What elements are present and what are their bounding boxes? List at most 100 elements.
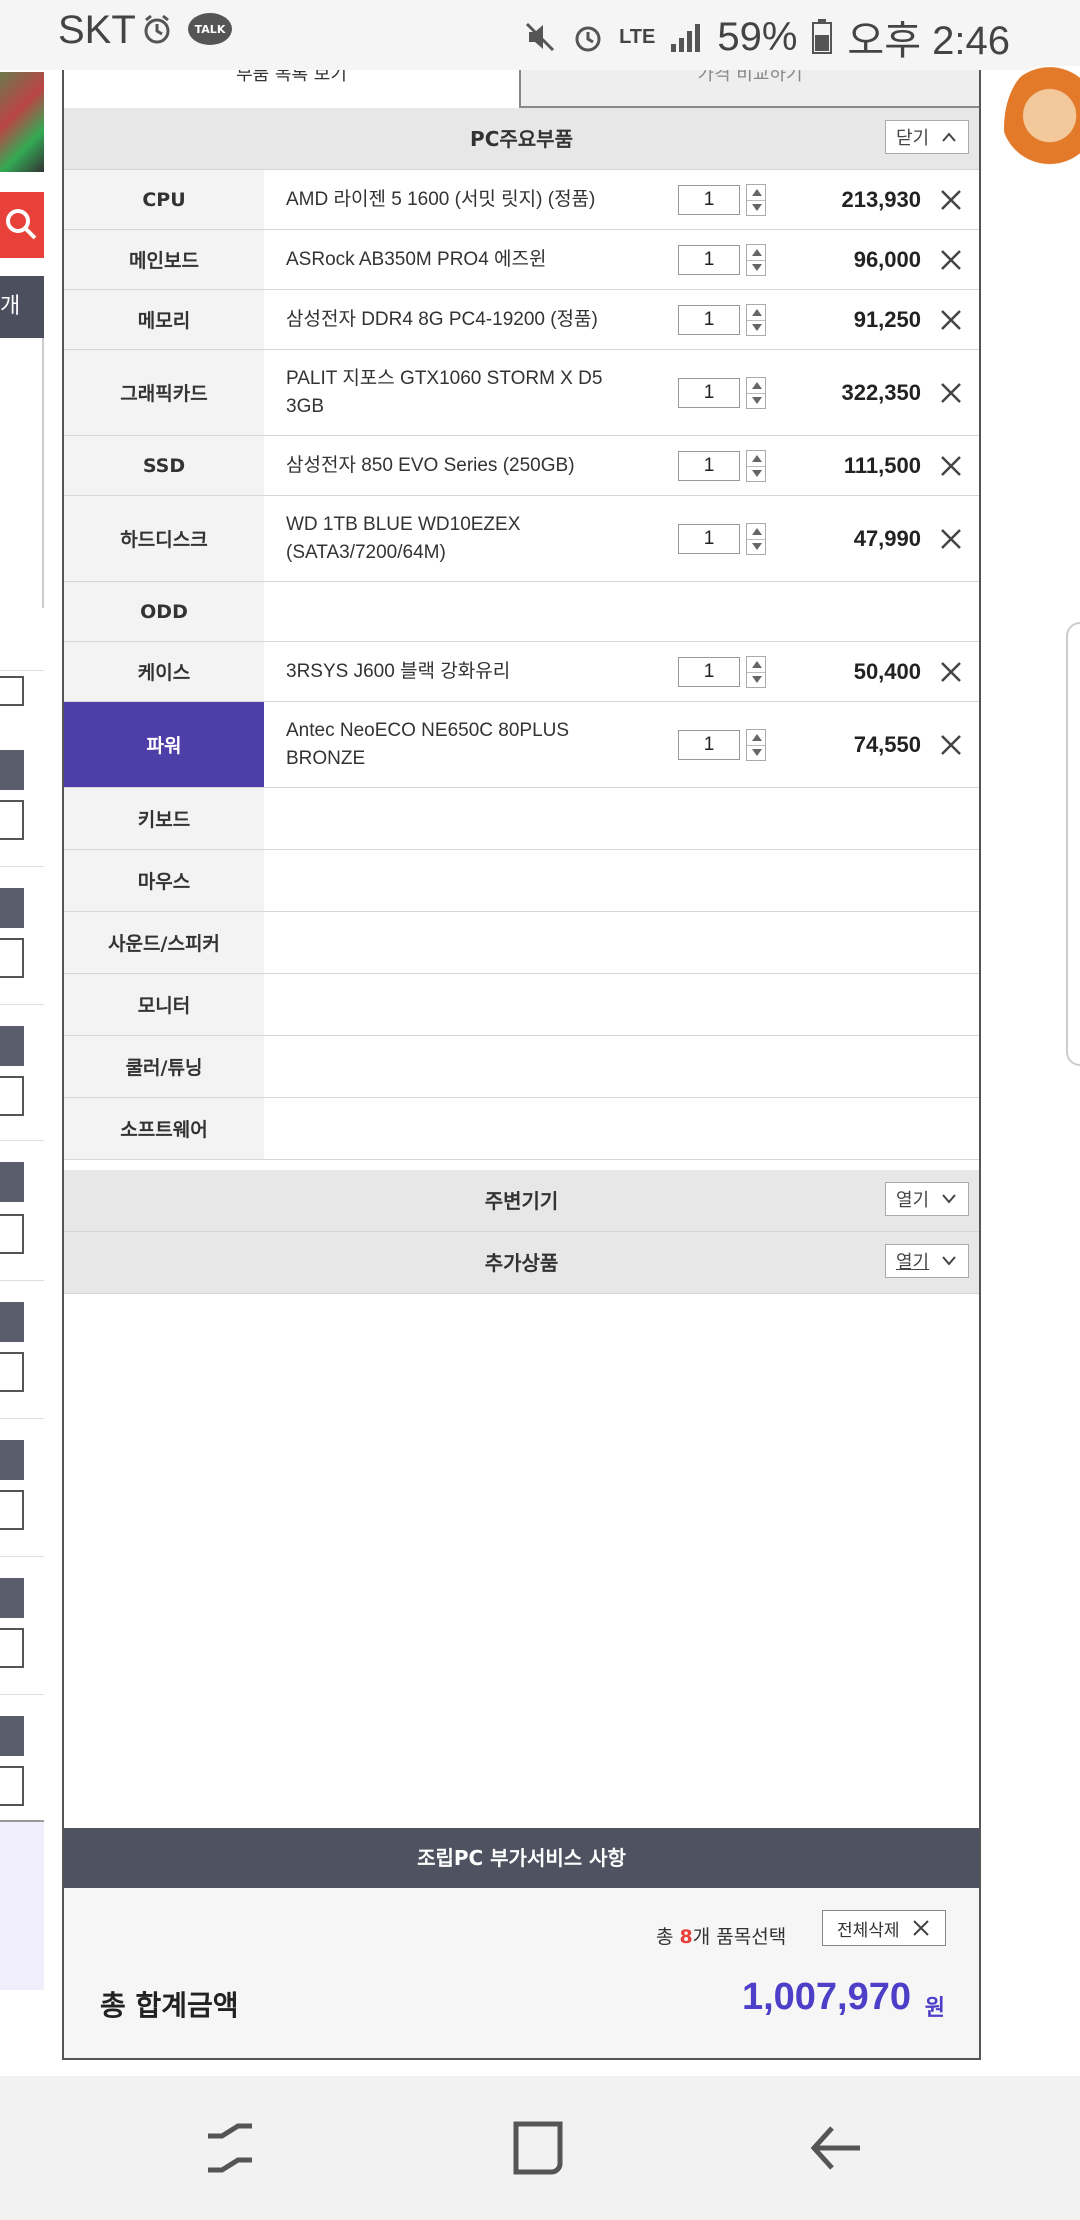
- part-category[interactable]: 모니터: [64, 974, 264, 1035]
- background-thumbnail: [0, 72, 44, 172]
- tab-price-compare[interactable]: 가격 비교하기: [521, 70, 979, 108]
- part-row[interactable]: SSD 삼성전자 850 EVO Series (250GB) 1 111,500: [64, 436, 979, 496]
- quantity-input[interactable]: 1: [678, 524, 740, 554]
- quantity-input[interactable]: 1: [678, 185, 740, 215]
- stepper-up-icon[interactable]: [752, 189, 762, 196]
- part-category[interactable]: 소프트웨어: [64, 1098, 264, 1159]
- part-category[interactable]: 메인보드: [64, 230, 264, 289]
- part-row[interactable]: 마우스: [64, 850, 979, 912]
- stepper-up-icon[interactable]: [752, 382, 762, 389]
- part-category[interactable]: CPU: [64, 170, 264, 229]
- stepper-up-icon[interactable]: [752, 661, 762, 668]
- part-name[interactable]: ASRock AB350M PRO4 에즈윈: [286, 230, 636, 289]
- background-search-button[interactable]: [0, 192, 44, 258]
- quantity-stepper[interactable]: [746, 244, 766, 276]
- quantity-input[interactable]: 1: [678, 378, 740, 408]
- part-row[interactable]: 사운드/스피커: [64, 912, 979, 974]
- stepper-down-icon[interactable]: [752, 543, 762, 550]
- part-category[interactable]: SSD: [64, 436, 264, 495]
- quantity-input[interactable]: 1: [678, 305, 740, 335]
- recent-apps-icon[interactable]: [198, 2116, 262, 2180]
- mascot-avatar[interactable]: [1004, 66, 1080, 190]
- open-section-button[interactable]: 열기: [885, 1244, 969, 1278]
- quantity-stepper[interactable]: [746, 450, 766, 482]
- remove-icon[interactable]: [939, 527, 963, 551]
- battery-percent: 59%: [717, 14, 798, 59]
- remove-icon[interactable]: [939, 308, 963, 332]
- quantity-stepper[interactable]: [746, 656, 766, 688]
- part-name[interactable]: PALIT 지포스 GTX1060 STORM X D5 3GB: [286, 350, 636, 435]
- back-icon[interactable]: [806, 2116, 870, 2180]
- quantity-stepper[interactable]: [746, 377, 766, 409]
- part-row[interactable]: 하드디스크 WD 1TB BLUE WD10EZEX (SATA3/7200/64…: [64, 496, 979, 582]
- background-count-tab: 개: [0, 276, 44, 338]
- part-category[interactable]: 메모리: [64, 290, 264, 349]
- stepper-down-icon[interactable]: [752, 204, 762, 211]
- part-category[interactable]: ODD: [64, 582, 264, 641]
- part-category[interactable]: 그래픽카드: [64, 350, 264, 435]
- remove-icon[interactable]: [939, 454, 963, 478]
- tab-bar: 부품 목록 보기 가격 비교하기: [64, 70, 979, 108]
- stepper-down-icon[interactable]: [752, 676, 762, 683]
- stepper-down-icon[interactable]: [752, 264, 762, 271]
- quantity-input[interactable]: 1: [678, 730, 740, 760]
- remove-icon[interactable]: [939, 733, 963, 757]
- open-section-button[interactable]: 열기: [885, 1182, 969, 1216]
- remove-icon[interactable]: [939, 248, 963, 272]
- part-row[interactable]: 쿨러/튜닝: [64, 1036, 979, 1098]
- close-section-button[interactable]: 닫기: [885, 120, 969, 154]
- part-row[interactable]: 메인보드 ASRock AB350M PRO4 에즈윈 1 96,000: [64, 230, 979, 290]
- part-name[interactable]: AMD 라이젠 5 1600 (서밋 릿지) (정품): [286, 170, 636, 229]
- part-category[interactable]: 마우스: [64, 850, 264, 911]
- stepper-down-icon[interactable]: [752, 324, 762, 331]
- quantity-input[interactable]: 1: [678, 657, 740, 687]
- quantity-stepper[interactable]: [746, 184, 766, 216]
- stepper-down-icon[interactable]: [752, 749, 762, 756]
- part-row[interactable]: 소프트웨어: [64, 1098, 979, 1160]
- part-row[interactable]: 케이스 3RSYS J600 블랙 강화유리 1 50,400: [64, 642, 979, 702]
- part-category[interactable]: 하드디스크: [64, 496, 264, 581]
- part-row[interactable]: 파워 Antec NeoECO NE650C 80PLUS BRONZE 1 74,5…: [64, 702, 979, 788]
- stepper-up-icon[interactable]: [752, 455, 762, 462]
- stepper-down-icon[interactable]: [752, 397, 762, 404]
- clear-all-label: 전체삭제: [837, 1920, 900, 1941]
- part-category[interactable]: 케이스: [64, 642, 264, 701]
- toggle-label: 열기: [896, 1252, 930, 1273]
- part-row[interactable]: ODD: [64, 582, 979, 642]
- part-category[interactable]: 쿨러/튜닝: [64, 1036, 264, 1097]
- quantity-stepper[interactable]: [746, 304, 766, 336]
- part-name[interactable]: Antec NeoECO NE650C 80PLUS BRONZE: [286, 702, 636, 787]
- peripherals-header[interactable]: 주변기기 열기: [64, 1170, 979, 1232]
- chevron-up-icon: [942, 132, 956, 142]
- remove-icon[interactable]: [939, 188, 963, 212]
- part-row[interactable]: 모니터: [64, 974, 979, 1036]
- part-category[interactable]: 파워: [64, 702, 264, 787]
- part-name[interactable]: 삼성전자 DDR4 8G PC4-19200 (정품): [286, 290, 636, 349]
- part-row[interactable]: 메모리 삼성전자 DDR4 8G PC4-19200 (정품) 1 91,250: [64, 290, 979, 350]
- quantity-input[interactable]: 1: [678, 245, 740, 275]
- stepper-up-icon[interactable]: [752, 249, 762, 256]
- extra-items-header[interactable]: 추가상품 열기: [64, 1232, 979, 1294]
- clear-all-button[interactable]: 전체삭제: [822, 1910, 946, 1946]
- quantity-input[interactable]: 1: [678, 451, 740, 481]
- part-name[interactable]: WD 1TB BLUE WD10EZEX (SATA3/7200/64M): [286, 496, 636, 581]
- quantity-stepper[interactable]: [746, 729, 766, 761]
- stepper-up-icon[interactable]: [752, 734, 762, 741]
- part-category[interactable]: 키보드: [64, 788, 264, 849]
- part-row[interactable]: CPU AMD 라이젠 5 1600 (서밋 릿지) (정품) 1 213,930: [64, 170, 979, 230]
- remove-icon[interactable]: [939, 381, 963, 405]
- quantity-stepper[interactable]: [746, 523, 766, 555]
- part-name[interactable]: 3RSYS J600 블랙 강화유리: [286, 642, 636, 701]
- part-row[interactable]: 그래픽카드 PALIT 지포스 GTX1060 STORM X D5 3GB 1 32…: [64, 350, 979, 436]
- remove-icon[interactable]: [939, 660, 963, 684]
- stepper-up-icon[interactable]: [752, 528, 762, 535]
- stepper-down-icon[interactable]: [752, 470, 762, 477]
- part-row[interactable]: 키보드: [64, 788, 979, 850]
- home-icon[interactable]: [506, 2116, 570, 2180]
- part-category[interactable]: 사운드/스피커: [64, 912, 264, 973]
- service-options-header[interactable]: 조립PC 부가서비스 사항: [64, 1828, 979, 1888]
- stepper-up-icon[interactable]: [752, 309, 762, 316]
- clock: 오후 2:46: [847, 19, 1010, 63]
- part-name[interactable]: 삼성전자 850 EVO Series (250GB): [286, 436, 636, 495]
- tab-parts-list[interactable]: 부품 목록 보기: [64, 70, 521, 108]
